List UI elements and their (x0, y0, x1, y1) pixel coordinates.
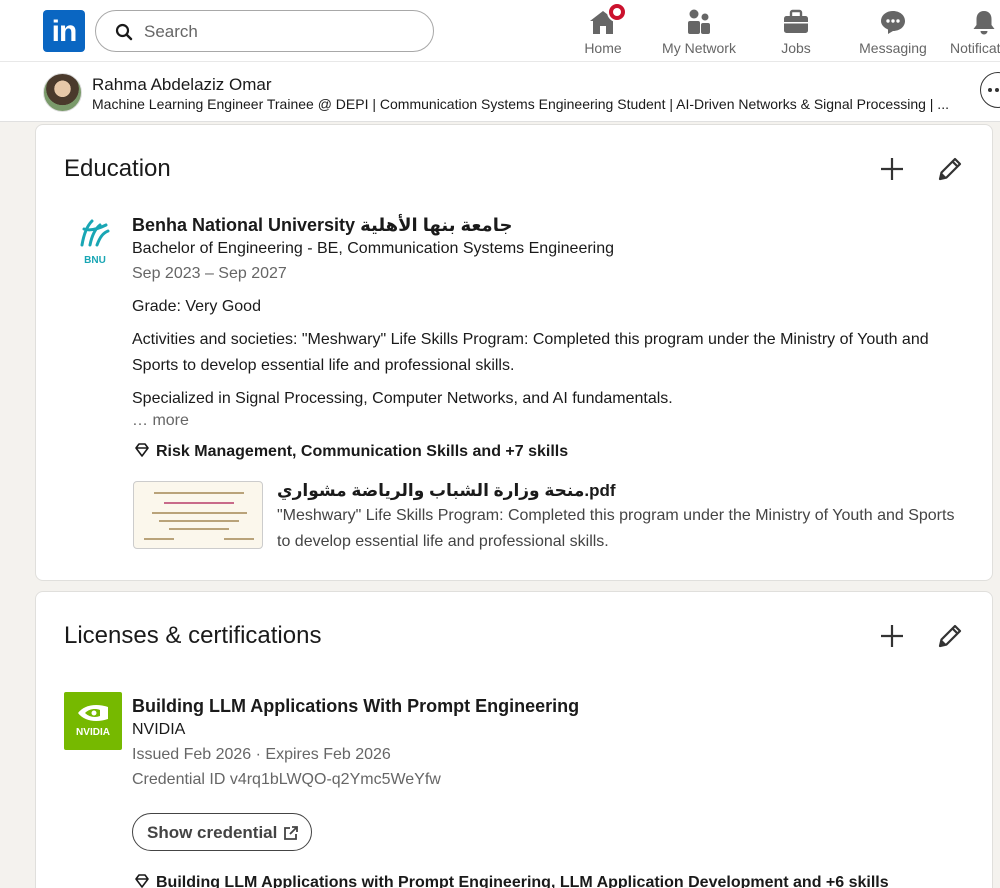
show-credential-button[interactable]: Show credential (132, 813, 313, 851)
avatar[interactable] (43, 73, 82, 112)
show-credential-label: Show credential (147, 822, 278, 842)
search-icon (115, 23, 133, 41)
certification-skills[interactable]: Building LLM Applications with Prompt En… (134, 873, 889, 888)
certification-name[interactable]: Building LLM Applications With Prompt En… (132, 696, 579, 717)
nvidia-logo[interactable]: NVIDIA (64, 692, 122, 750)
nvidia-eye-icon (78, 705, 108, 721)
nav-home-label: Home (584, 40, 622, 56)
plus-icon (881, 158, 903, 180)
home-icon (587, 2, 627, 36)
nav-my-network-label: My Network (662, 40, 736, 56)
diamond-icon (135, 874, 149, 888)
degree: Bachelor of Engineering - BE, Communicat… (132, 240, 615, 257)
certification-dates: Issued Feb 2026 · Expires Feb 2026 (132, 746, 391, 763)
bnu-logo-icon: BNU (80, 219, 110, 266)
messaging-icon (877, 4, 909, 36)
profile-name: Rahma Abdelaziz Omar (92, 75, 272, 94)
nav-jobs-label: Jobs (781, 40, 811, 56)
pencil-icon (938, 624, 962, 648)
nav-home[interactable]: Home (574, 2, 632, 60)
media-thumbnail[interactable] (133, 481, 263, 549)
activities: Activities and societies: "Meshwary" Lif… (132, 331, 929, 374)
section-title: Education (64, 155, 171, 182)
search-input[interactable] (144, 20, 414, 44)
see-more-link[interactable]: … more (132, 412, 189, 430)
global-nav: in Home My Network Jobs Messaging Notifi (0, 0, 1000, 62)
add-license-button[interactable] (876, 620, 908, 652)
edit-license-button[interactable] (934, 620, 966, 652)
section-title: Licenses & certifications (64, 622, 322, 649)
search-bar[interactable] (95, 10, 434, 52)
grade: Grade: Very Good (132, 298, 261, 315)
edit-education-button[interactable] (934, 153, 966, 185)
nav-notifications-label: Notifications (950, 40, 1000, 56)
notification-dot (607, 2, 627, 22)
briefcase-icon (780, 4, 812, 36)
credential-id: Credential ID v4rq1bLWQO-q2Ymc5WeYfw (132, 771, 441, 788)
nvidia-logo-text: NVIDIA (76, 727, 110, 738)
profile-headline: Machine Learning Engineer Trainee @ DEPI… (92, 96, 949, 112)
plus-icon (881, 625, 903, 647)
school-name[interactable]: Benha National University جامعة بنها الأ… (132, 215, 512, 236)
profile-sticky-bar: Rahma Abdelaziz Omar Machine Learning En… (0, 62, 1000, 122)
education-skills[interactable]: Risk Management, Communication Skills an… (134, 442, 568, 461)
add-education-button[interactable] (876, 153, 908, 185)
school-logo[interactable]: BNU (78, 215, 112, 267)
diamond-icon (135, 443, 149, 457)
education-skills-text: Risk Management, Communication Skills an… (156, 443, 569, 460)
pencil-icon (938, 157, 962, 181)
nav-my-network[interactable]: My Network (656, 4, 742, 60)
nav-messaging[interactable]: Messaging (854, 4, 932, 60)
media-title[interactable]: منحة وزارة الشباب والرياضة مشواري.pdf (277, 481, 616, 501)
certification-skills-text: Building LLM Applications with Prompt En… (156, 874, 889, 888)
linkedin-logo-icon[interactable]: in (43, 10, 85, 52)
education-dates: Sep 2023 – Sep 2027 (132, 265, 287, 282)
education-section: Education BNU Benha National University … (35, 124, 993, 581)
education-description: Specialized in Signal Processing, Comput… (132, 390, 673, 407)
nav-notifications[interactable]: Notifications (946, 4, 1000, 60)
nav-messaging-label: Messaging (859, 40, 927, 56)
bell-icon (968, 4, 1000, 36)
school-logo-text: BNU (84, 255, 106, 266)
licenses-section: Licenses & certifications NVIDIA Buildin… (35, 591, 993, 888)
nav-jobs[interactable]: Jobs (768, 4, 824, 60)
network-icon (683, 4, 715, 36)
issuer: NVIDIA (132, 721, 186, 738)
media-description: "Meshwary" Life Skills Program: Complete… (277, 507, 955, 550)
external-link-icon (284, 825, 299, 840)
